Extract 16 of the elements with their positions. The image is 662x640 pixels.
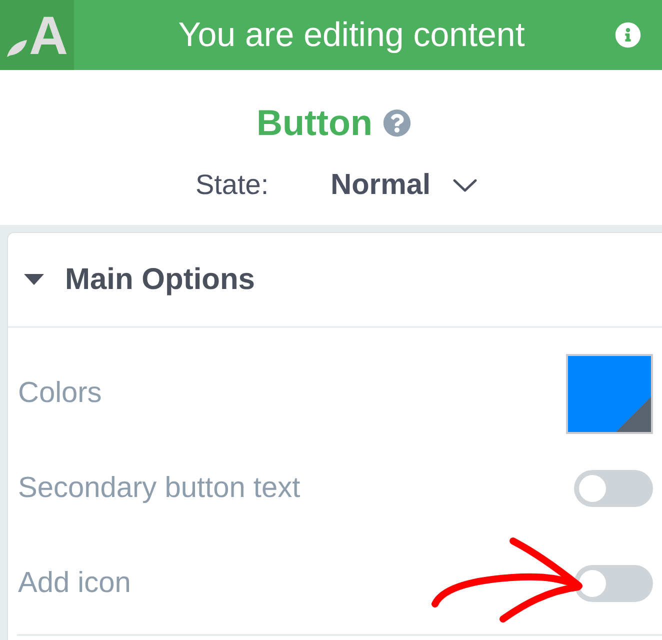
option-label: Add icon [18,567,131,600]
header-title: You are editing content [177,16,526,54]
toggle-switch[interactable] [574,470,653,507]
option-label: Colors [18,377,102,410]
toggle-switch[interactable] [574,565,653,602]
section-header[interactable]: Main Options [8,233,662,328]
leaf-icon [6,39,28,58]
logo-letter: A [29,14,68,58]
color-swatch[interactable] [566,354,653,434]
info-icon[interactable] [615,22,641,48]
option-label: Secondary button text [18,472,300,505]
element-title: Button [256,102,372,144]
state-label: State: [195,169,269,201]
state-dropdown[interactable]: Normal [330,168,477,202]
help-icon[interactable] [383,109,412,137]
chevron-icon [452,178,477,192]
